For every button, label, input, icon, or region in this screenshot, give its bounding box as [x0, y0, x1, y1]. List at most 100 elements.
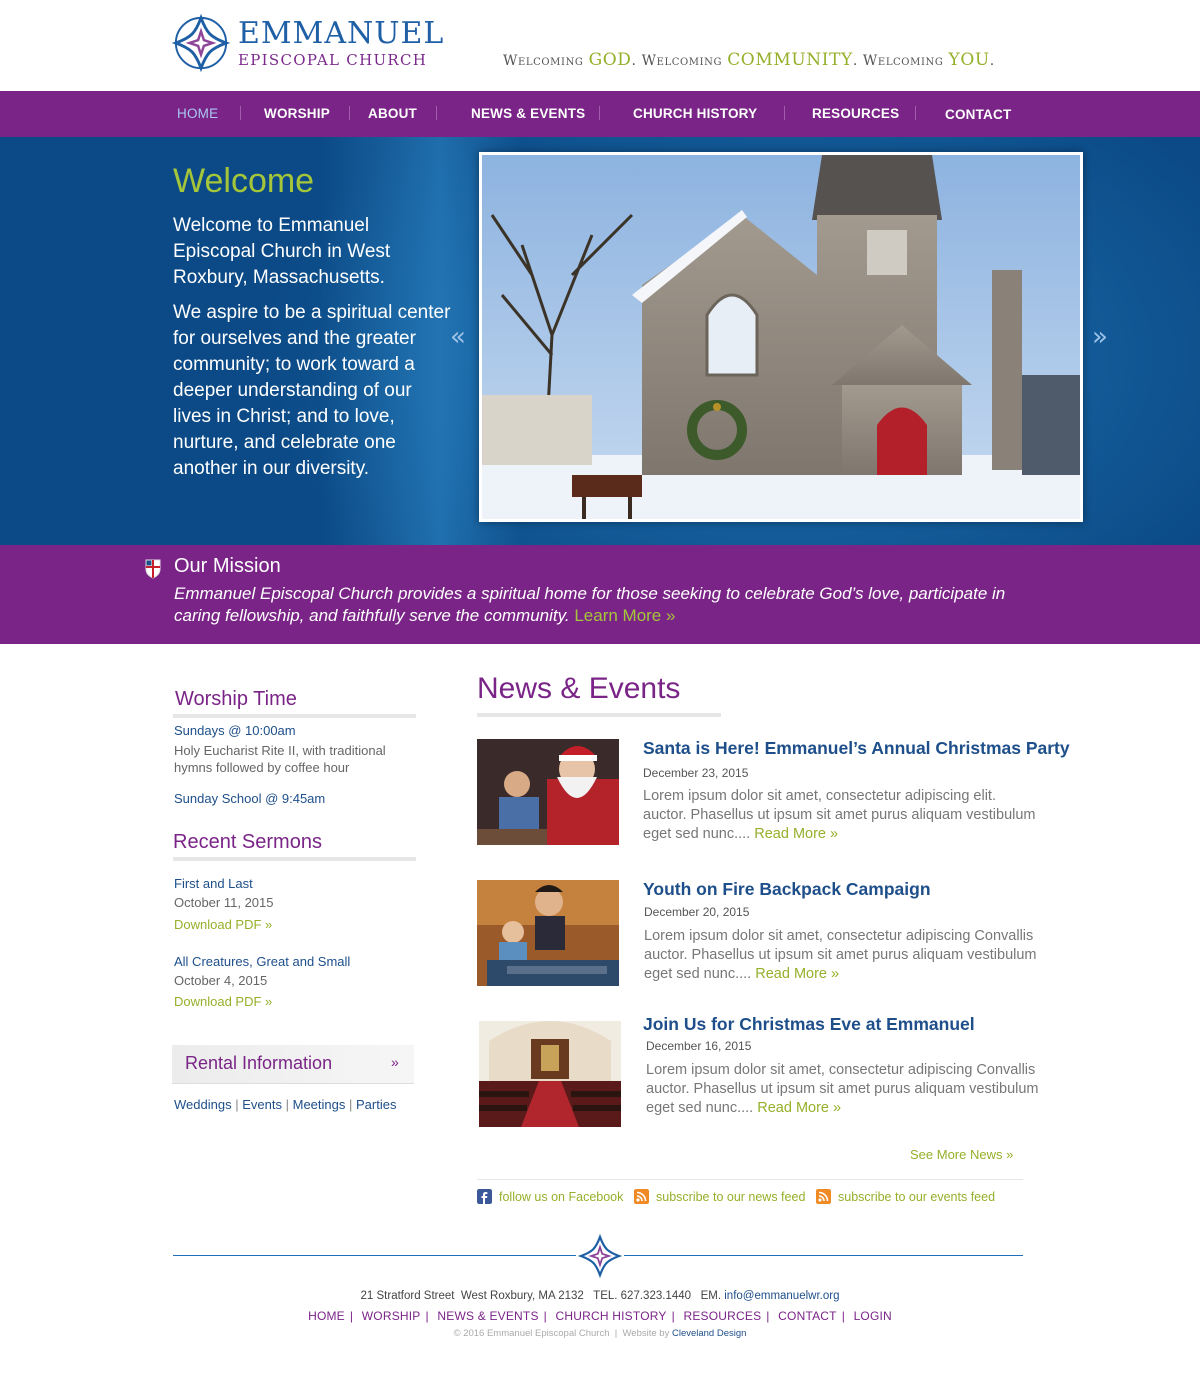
- heading-rule: [477, 713, 721, 717]
- footer-nav-church-history[interactable]: CHURCH HISTORY: [556, 1309, 667, 1323]
- site-tagline: Welcoming GOD. Welcoming COMMUNITY. Welc…: [503, 50, 995, 70]
- logo-subtitle: Episcopal Church: [238, 50, 428, 69]
- news-title[interactable]: Join Us for Christmas Eve at Emmanuel: [643, 1014, 975, 1035]
- nav-news-events[interactable]: NEWS & EVENTS: [471, 106, 585, 121]
- news-summary-text: Lorem ipsum dolor sit amet, consectetur …: [646, 1062, 1039, 1116]
- logo-name: Emmanuel: [238, 15, 445, 51]
- link-separator: |: [671, 1309, 675, 1323]
- nav-contact[interactable]: CONTACT: [945, 107, 1011, 122]
- nav-divider: [349, 106, 350, 120]
- nav-divider: [599, 106, 600, 120]
- events-feed-link[interactable]: subscribe to our events feed: [816, 1189, 995, 1204]
- sermon-title[interactable]: First and Last: [174, 876, 253, 891]
- sermon-date: October 11, 2015: [174, 895, 274, 910]
- recent-sermons-heading: Recent Sermons: [173, 831, 322, 853]
- nav-about[interactable]: ABOUT: [368, 106, 417, 121]
- news-summary: Lorem ipsum dolor sit amet, consectetur …: [644, 927, 1044, 984]
- news-date: December 16, 2015: [646, 1039, 752, 1053]
- sermon-date: October 4, 2015: [174, 973, 268, 988]
- footer-nav-login[interactable]: LOGIN: [854, 1309, 892, 1323]
- sermon-download-link[interactable]: Download PDF »: [174, 917, 272, 932]
- copyright-text: © 2016 Emmanuel Episcopal Church | Websi…: [453, 1328, 672, 1339]
- sermon-title[interactable]: All Creatures, Great and Small: [174, 954, 350, 969]
- episcopal-cross-logo-icon: [577, 1233, 623, 1279]
- nav-home[interactable]: HOME: [177, 106, 218, 121]
- mission-text: Emmanuel Episcopal Church provides a spi…: [174, 583, 1054, 627]
- link-separator: |: [425, 1309, 429, 1323]
- news-thumbnail-sanctuary[interactable]: [479, 1021, 621, 1127]
- tagline-highlight: YOU: [948, 50, 990, 70]
- hero-intro: Welcome to Emmanuel Episcopal Church in …: [173, 215, 391, 288]
- tagline-text: .: [989, 53, 995, 69]
- rental-link-parties[interactable]: Parties: [356, 1097, 396, 1112]
- news-summary: Lorem ipsum dolor sit amet, consectetur …: [646, 1061, 1046, 1118]
- heading-rule: [173, 714, 416, 718]
- worship-service-desc: Holy Eucharist Rite II, with traditional…: [174, 743, 386, 775]
- news-events-heading: News & Events: [477, 672, 681, 705]
- rental-link-weddings[interactable]: Weddings: [174, 1097, 232, 1112]
- slider-prev-icon[interactable]: «: [450, 322, 466, 352]
- read-more-link[interactable]: Read More »: [754, 826, 838, 842]
- facebook-label: follow us on Facebook: [499, 1189, 624, 1204]
- site-header: Emmanuel Episcopal Church Welcoming GOD.…: [0, 0, 1200, 91]
- link-separator: |: [349, 1309, 354, 1323]
- rental-links: Weddings | Events | Meetings | Parties: [174, 1097, 396, 1112]
- footer-copyright: © 2016 Emmanuel Episcopal Church | Websi…: [0, 1328, 1200, 1339]
- link-separator: |: [348, 1097, 353, 1112]
- nav-divider: [240, 106, 241, 120]
- worship-time-heading: Worship Time: [175, 688, 297, 710]
- site-logo[interactable]: Emmanuel Episcopal Church: [172, 14, 444, 72]
- news-feed-label: subscribe to our news feed: [656, 1189, 806, 1204]
- designer-credit-link[interactable]: Cleveland Design: [672, 1328, 746, 1339]
- episcopal-shield-icon: [145, 559, 161, 579]
- news-summary: Lorem ipsum dolor sit amet, consectetur …: [643, 787, 1043, 844]
- tagline-text: . Welcoming: [852, 53, 949, 69]
- mission-learn-more-link[interactable]: Learn More »: [574, 606, 675, 625]
- news-title[interactable]: Santa is Here! Emmanuel’s Annual Christm…: [643, 738, 1070, 759]
- footer-nav-home[interactable]: HOME: [308, 1309, 345, 1323]
- read-more-link[interactable]: Read More »: [757, 1100, 841, 1116]
- footer-nav-news-events[interactable]: NEWS & EVENTS: [437, 1309, 538, 1323]
- church-photo: [482, 155, 1080, 519]
- see-more-news-link[interactable]: See More News »: [910, 1147, 1013, 1162]
- hero-slide-photo: [479, 152, 1083, 522]
- nav-divider: [784, 106, 785, 120]
- mission-band: Our Mission Emmanuel Episcopal Church pr…: [0, 545, 1200, 644]
- footer-nav-worship[interactable]: WORSHIP: [362, 1309, 421, 1323]
- mission-title: Our Mission: [174, 555, 281, 577]
- tagline-text: . Welcoming: [631, 53, 728, 69]
- tagline-highlight: COMMUNITY: [727, 50, 853, 70]
- heading-rule: [173, 857, 416, 861]
- link-separator: |: [841, 1309, 846, 1323]
- footer-nav-resources[interactable]: RESOURCES: [683, 1309, 761, 1323]
- nav-worship[interactable]: WORSHIP: [264, 106, 330, 121]
- footer-address-text: 21 Stratford Street West Roxbury, MA 213…: [360, 1290, 725, 1302]
- news-summary-text: Lorem ipsum dolor sit amet, consectetur …: [643, 788, 1036, 842]
- link-separator: |: [543, 1309, 547, 1323]
- rental-information-button[interactable]: Rental Information »: [172, 1045, 414, 1084]
- news-thumbnail-santa[interactable]: [477, 739, 619, 845]
- episcopal-cross-logo-icon: [172, 14, 230, 72]
- rss-icon: [816, 1189, 831, 1204]
- read-more-link[interactable]: Read More »: [755, 966, 839, 982]
- tagline-highlight: GOD: [588, 50, 632, 70]
- rental-link-events[interactable]: Events: [242, 1097, 282, 1112]
- footer-address: 21 Stratford Street West Roxbury, MA 213…: [0, 1290, 1200, 1302]
- link-separator: |: [235, 1097, 239, 1112]
- news-feed-link[interactable]: subscribe to our news feed: [634, 1189, 805, 1204]
- news-title[interactable]: Youth on Fire Backpack Campaign: [643, 879, 931, 900]
- footer-nav-contact[interactable]: CONTACT: [778, 1309, 837, 1323]
- facebook-link[interactable]: follow us on Facebook: [477, 1189, 623, 1204]
- nav-resources[interactable]: RESOURCES: [812, 106, 899, 121]
- rss-icon: [634, 1189, 649, 1204]
- rental-link-meetings[interactable]: Meetings: [293, 1097, 346, 1112]
- sermon-download-link[interactable]: Download PDF »: [174, 994, 272, 1009]
- news-thumbnail-backpack[interactable]: [477, 880, 619, 986]
- divider: [477, 1179, 1023, 1180]
- hero-title: Welcome: [173, 162, 315, 200]
- nav-church-history[interactable]: CHURCH HISTORY: [633, 106, 757, 121]
- slider-next-icon[interactable]: »: [1092, 322, 1108, 352]
- nav-divider: [915, 106, 916, 120]
- footer-email-link[interactable]: info@emmanuelwr.org: [724, 1290, 839, 1302]
- news-summary-text: Lorem ipsum dolor sit amet, consectetur …: [644, 928, 1037, 982]
